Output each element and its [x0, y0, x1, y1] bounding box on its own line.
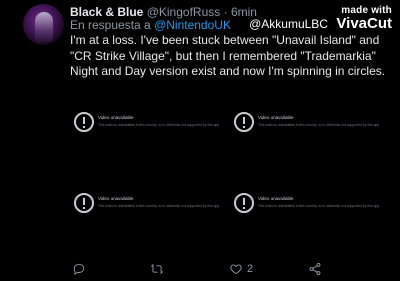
- like-count: 2: [247, 263, 254, 275]
- reply-mention-link[interactable]: @NintendoUK: [154, 18, 231, 32]
- avatar[interactable]: [23, 4, 64, 45]
- reply-prefix: En respuesta a: [70, 18, 151, 32]
- warning-icon: [74, 112, 94, 132]
- share-button[interactable]: [308, 261, 322, 277]
- watermark-brand: VivaCut: [336, 15, 392, 32]
- user-handle[interactable]: @KingofRuss: [147, 5, 221, 19]
- separator: ·: [223, 5, 228, 19]
- media-grid: Video unavailable This video is unavaila…: [70, 90, 388, 250]
- watermark-user: @AkkumuLBC: [249, 17, 328, 31]
- retweet-button[interactable]: [150, 261, 164, 277]
- tweet-text: I'm at a loss. I've been stuck between "…: [70, 33, 386, 78]
- display-name[interactable]: Black & Blue: [70, 5, 143, 19]
- video-tile[interactable]: Video unavailable This video is unavaila…: [70, 171, 228, 250]
- video-detail: This video is unavailable in this countr…: [258, 204, 380, 208]
- video-detail: This video is unavailable in this countr…: [258, 123, 380, 127]
- video-status: Video unavailable: [98, 115, 134, 120]
- video-detail: This video is unavailable in this countr…: [98, 123, 220, 127]
- vivacut-watermark: made with @AkkumuLBC VivaCut: [249, 6, 392, 32]
- video-status: Video unavailable: [258, 196, 294, 201]
- reply-icon: [73, 263, 85, 276]
- reply-context: En respuesta a @NintendoUK: [70, 18, 231, 32]
- video-tile[interactable]: Video unavailable This video is unavaila…: [230, 171, 388, 250]
- reply-button[interactable]: [72, 261, 86, 277]
- tweet-actions: 2: [70, 261, 388, 277]
- video-status: Video unavailable: [258, 115, 294, 120]
- like-button[interactable]: 2: [229, 261, 253, 277]
- warning-icon: [74, 193, 94, 213]
- warning-icon: [234, 193, 254, 213]
- heart-icon: [230, 264, 242, 275]
- video-status: Video unavailable: [98, 196, 134, 201]
- avatar-figure: [35, 12, 53, 42]
- video-tile[interactable]: Video unavailable This video is unavaila…: [70, 90, 228, 169]
- video-detail: This video is unavailable in this countr…: [98, 204, 220, 208]
- warning-icon: [234, 112, 254, 132]
- tweet-header: Black & Blue @KingofRuss · 6min: [70, 5, 257, 19]
- video-tile[interactable]: Video unavailable This video is unavaila…: [230, 90, 388, 169]
- retweet-icon: [150, 264, 164, 274]
- share-icon: [309, 262, 321, 276]
